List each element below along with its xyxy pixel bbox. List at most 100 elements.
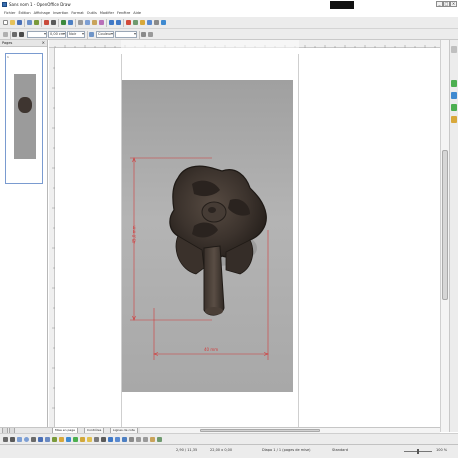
- line-style-select[interactable]: [27, 31, 47, 38]
- chart-icon[interactable]: [126, 20, 131, 25]
- arrange-icon[interactable]: [143, 437, 148, 442]
- menu-modify[interactable]: Modifier: [100, 11, 114, 15]
- right-sidebar: [449, 40, 458, 432]
- horizontal-ruler[interactable]: [49, 40, 449, 48]
- menu-help[interactable]: Aide: [133, 11, 141, 15]
- line-color-select[interactable]: Noir: [67, 31, 85, 38]
- flowchart-icon[interactable]: [73, 437, 78, 442]
- properties-icon[interactable]: [451, 80, 457, 87]
- menu-edit[interactable]: Édition: [18, 11, 30, 15]
- undo-icon[interactable]: [109, 20, 114, 25]
- zoom-slider-knob[interactable]: [417, 449, 419, 454]
- area-fill-select[interactable]: [115, 31, 137, 38]
- paste-icon[interactable]: [92, 20, 97, 25]
- styles-sidebar-icon[interactable]: [451, 92, 457, 99]
- close-button[interactable]: ×: [450, 1, 457, 7]
- menu-file[interactable]: Fichier: [4, 11, 15, 15]
- cut-icon[interactable]: [78, 20, 83, 25]
- thumbnail-photo: [14, 74, 36, 159]
- save-icon[interactable]: [17, 20, 22, 25]
- copy-icon[interactable]: [85, 20, 90, 25]
- glue-points-icon[interactable]: [101, 437, 106, 442]
- zoom-icon[interactable]: [154, 20, 159, 25]
- menu-format[interactable]: Format: [71, 11, 83, 15]
- arrow-line-icon[interactable]: [31, 437, 36, 442]
- block-arrows-icon[interactable]: [66, 437, 71, 442]
- photo-image[interactable]: 45,0 mm 40 mm: [122, 80, 293, 392]
- email-icon[interactable]: [27, 20, 32, 25]
- ellipse-tool-icon[interactable]: [24, 437, 29, 442]
- window-title: Sans nom 1 - OpenOffice Draw: [9, 2, 71, 7]
- curve-tool-icon[interactable]: [38, 437, 43, 442]
- extrusion-icon[interactable]: [150, 437, 155, 442]
- line-icon[interactable]: [12, 32, 17, 37]
- gallery-tool-icon[interactable]: [122, 437, 127, 442]
- maximize-button[interactable]: □: [443, 1, 450, 7]
- shadow-icon[interactable]: [141, 32, 146, 37]
- arrow-style-icon[interactable]: [19, 32, 24, 37]
- horizontal-ruler-ticks: [54, 40, 436, 48]
- symbol-shapes-icon[interactable]: [59, 437, 64, 442]
- slide-indicator: Diapo 1 / 1 (pages de mise): [262, 448, 311, 452]
- toolbar-separator: [139, 31, 140, 39]
- alignment-icon[interactable]: [136, 437, 141, 442]
- insert-table-icon[interactable]: [133, 20, 138, 25]
- menu-view[interactable]: Affichage: [34, 11, 50, 15]
- menu-tools[interactable]: Outils: [87, 11, 97, 15]
- basic-shapes-icon[interactable]: [52, 437, 57, 442]
- zoom-level[interactable]: 100 %: [436, 448, 447, 453]
- menu-insert[interactable]: Insertion: [53, 11, 68, 15]
- gallery-sidebar-icon[interactable]: [451, 104, 457, 111]
- export-pdf-icon[interactable]: [44, 20, 49, 25]
- new-document-icon[interactable]: [3, 20, 8, 25]
- toolbar-separator: [58, 19, 59, 27]
- gallery-icon[interactable]: [147, 20, 152, 25]
- position-size-icon[interactable]: [148, 32, 153, 37]
- minimize-button[interactable]: _: [436, 1, 443, 7]
- drawing-area[interactable]: 45,0 mm 40 mm: [49, 40, 449, 432]
- select-arrow-icon[interactable]: [3, 437, 8, 442]
- line-filling-toolbar: 0,00 cm Noir Couleur: [0, 29, 458, 40]
- points-icon[interactable]: [94, 437, 99, 442]
- vertical-ruler-ticks: [52, 67, 55, 409]
- fontwork-icon[interactable]: [108, 437, 113, 442]
- close-icon[interactable]: ×: [42, 40, 45, 46]
- line-width-field[interactable]: 0,00 cm: [48, 31, 66, 38]
- drawing-toolbar: [0, 433, 458, 444]
- toolbar-separator: [123, 19, 124, 27]
- autospell-icon[interactable]: [68, 20, 73, 25]
- toolbar-separator: [75, 19, 76, 27]
- menu-bar: Fichier Édition Affichage Insertion Form…: [0, 9, 458, 17]
- area-style-select[interactable]: Couleur: [96, 31, 114, 38]
- coupler-hub-hole: [208, 207, 216, 213]
- edit-file-icon[interactable]: [34, 20, 39, 25]
- navigator-icon[interactable]: [140, 20, 145, 25]
- page-thumbnail[interactable]: 1: [5, 53, 43, 184]
- horizontal-scroll-thumb[interactable]: [200, 429, 320, 432]
- status-bar: 2,90 / 11,35 22,00 x 0,00 Diapo 1 / 1 (p…: [0, 444, 458, 458]
- line-tool-icon[interactable]: [10, 437, 15, 442]
- clone-format-icon[interactable]: [99, 20, 104, 25]
- styles-icon[interactable]: [3, 32, 8, 37]
- print-icon[interactable]: [51, 20, 56, 25]
- rectangle-tool-icon[interactable]: [17, 437, 22, 442]
- stars-icon[interactable]: [87, 437, 92, 442]
- connector-icon[interactable]: [45, 437, 50, 442]
- toggle-3d-icon[interactable]: [157, 437, 162, 442]
- callouts-icon[interactable]: [80, 437, 85, 442]
- area-icon[interactable]: [89, 32, 94, 37]
- open-folder-icon[interactable]: [10, 20, 15, 25]
- vertical-ruler[interactable]: [49, 48, 55, 432]
- spellcheck-icon[interactable]: [61, 20, 66, 25]
- redo-icon[interactable]: [116, 20, 121, 25]
- vertical-scroll-thumb[interactable]: [442, 150, 448, 300]
- toolbar-separator: [41, 19, 42, 27]
- navigator-sidebar-icon[interactable]: [451, 116, 457, 123]
- sidebar-toggle-icon[interactable]: [451, 46, 457, 53]
- help-icon[interactable]: [161, 20, 166, 25]
- rotate-icon[interactable]: [129, 437, 134, 442]
- menu-window[interactable]: Fenêtre: [117, 11, 130, 15]
- vertical-scrollbar[interactable]: [440, 40, 449, 432]
- horizontal-dimension-label: 40 mm: [204, 347, 219, 352]
- from-file-icon[interactable]: [115, 437, 120, 442]
